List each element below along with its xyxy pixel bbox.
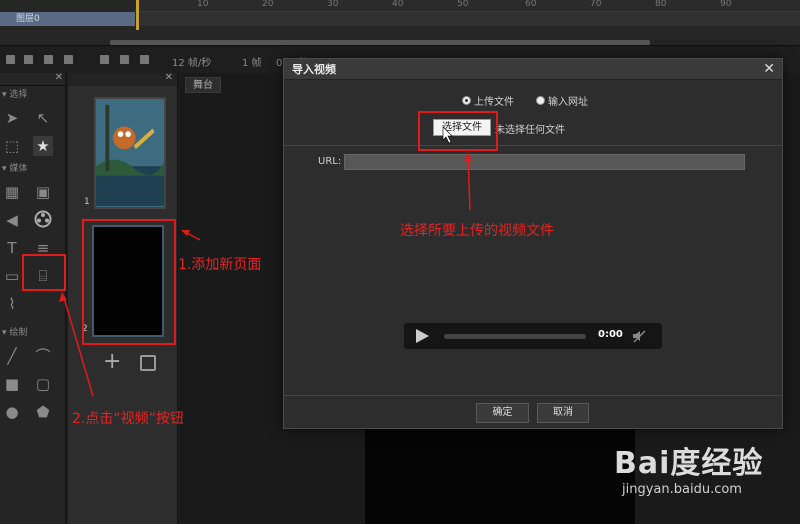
video-player: 0:00 bbox=[404, 323, 662, 349]
folder-icon[interactable] bbox=[24, 55, 33, 64]
highlight-video-button bbox=[22, 254, 66, 291]
ruler-mark: 60 bbox=[525, 0, 537, 9]
file-status-text: 未选择任何文件 bbox=[495, 125, 565, 136]
stage-canvas[interactable] bbox=[365, 428, 635, 524]
url-label: URL: bbox=[318, 156, 342, 167]
timeline-ruler[interactable]: 10 20 30 40 50 60 70 80 90 bbox=[135, 0, 800, 12]
radio-enter-url[interactable]: 输入网址 bbox=[536, 93, 588, 108]
ok-button[interactable]: 确定 bbox=[476, 403, 529, 423]
chart-icon[interactable]: ⌇ bbox=[2, 294, 22, 314]
volume-mute-icon[interactable] bbox=[632, 329, 646, 343]
fps-readout: 12 帧/秒 bbox=[172, 58, 212, 69]
dialog-title: 导入视频 bbox=[292, 63, 336, 76]
ruler-mark: 70 bbox=[590, 0, 602, 9]
dialog-title-bar[interactable]: 导入视频 ✕ bbox=[284, 59, 782, 80]
video-button[interactable] bbox=[33, 210, 53, 230]
radio-label: 输入网址 bbox=[548, 97, 588, 108]
grid-icon[interactable]: ▦ bbox=[2, 182, 22, 202]
tools-panel-header: ✕ bbox=[0, 72, 65, 86]
baidu-jingyan-watermark: Bai度经验 jingyan.baidu.com bbox=[614, 438, 763, 497]
ruler-mark: 30 bbox=[327, 0, 339, 9]
circle-icon[interactable]: ● bbox=[2, 402, 22, 422]
text-icon[interactable]: T bbox=[2, 238, 22, 258]
frame-icon[interactable] bbox=[100, 55, 109, 64]
section-media: ▾ 媒体 bbox=[2, 164, 28, 174]
radio-unselected-icon bbox=[536, 96, 545, 105]
annotation-choose-file: 选择所要上传的视频文件 bbox=[400, 223, 554, 239]
timeline-scrollbar[interactable] bbox=[110, 40, 650, 45]
annotation-add-page: 1.添加新页面 bbox=[178, 257, 262, 273]
section-select: ▾ 选择 bbox=[2, 90, 28, 100]
ruler-mark: 10 bbox=[197, 0, 209, 9]
curve-icon[interactable]: ⌒ bbox=[33, 346, 53, 366]
subselect-icon[interactable]: ↖ bbox=[33, 108, 53, 128]
tools-panel: ✕ ▾ 选择 ➤ ↖ ⬚ ★ ▾ 媒体 ▦ ▣ ◀ T ≡ ▭ ⌸ ⌇ ▾ 绘制… bbox=[0, 72, 66, 524]
radio-selected-icon bbox=[462, 96, 471, 105]
divider bbox=[284, 395, 782, 396]
pages-panel-header: ✕ bbox=[68, 72, 177, 86]
page-thumbnail-1[interactable] bbox=[94, 97, 166, 209]
rounded-rect-icon[interactable]: ▢ bbox=[33, 374, 53, 394]
watermark-url: jingyan.baidu.com bbox=[622, 482, 742, 497]
audio-icon[interactable]: ◀ bbox=[2, 210, 22, 230]
slideshow-icon[interactable]: ▭ bbox=[2, 266, 22, 286]
film-reel-icon bbox=[34, 210, 52, 228]
section-draw: ▾ 绘制 bbox=[2, 328, 28, 338]
ruler-mark: 20 bbox=[262, 0, 274, 9]
ruler-mark: 90 bbox=[720, 0, 732, 9]
add-page-icon[interactable]: + bbox=[103, 351, 121, 373]
add-layer-icon[interactable] bbox=[6, 55, 15, 64]
radio-upload-file[interactable]: 上传文件 bbox=[462, 93, 514, 108]
ruler-mark: 50 bbox=[457, 0, 469, 9]
delete-icon[interactable] bbox=[44, 55, 53, 64]
highlight-choose-file bbox=[418, 111, 498, 151]
player-time: 0:00 bbox=[598, 329, 623, 340]
import-page-icon[interactable] bbox=[140, 355, 156, 371]
cartoon-thumbnail-image bbox=[96, 100, 164, 206]
rectangle-icon[interactable]: ■ bbox=[2, 374, 22, 394]
playhead[interactable] bbox=[136, 0, 139, 30]
layer-track[interactable] bbox=[140, 12, 800, 26]
pointer-icon[interactable]: ➤ bbox=[2, 108, 22, 128]
tab-stage[interactable]: 舞台 bbox=[185, 77, 221, 93]
play-icon[interactable] bbox=[416, 329, 429, 343]
highlight-new-page bbox=[82, 219, 176, 345]
watermark-logo-text: Bai度经验 bbox=[614, 446, 764, 481]
ruler-mark: 80 bbox=[655, 0, 667, 9]
divider bbox=[284, 145, 782, 146]
layer-row[interactable]: 图层0 bbox=[0, 12, 135, 26]
url-input[interactable] bbox=[344, 154, 745, 170]
ruler-mark: 40 bbox=[392, 0, 404, 9]
cancel-button[interactable]: 取消 bbox=[537, 403, 589, 423]
progress-bar[interactable] bbox=[444, 334, 586, 339]
symbol-icon[interactable]: ★ bbox=[33, 136, 53, 156]
close-icon[interactable]: ✕ bbox=[165, 72, 173, 83]
layer-name: 图层0 bbox=[16, 14, 40, 24]
close-icon[interactable]: ✕ bbox=[55, 72, 63, 83]
import-video-dialog: 导入视频 ✕ 上传文件 输入网址 选择文件 未选择任何文件 URL: 0:00 … bbox=[283, 58, 783, 429]
annotation-click-video: 2.点击“视频”按钮 bbox=[72, 411, 184, 427]
polygon-icon[interactable]: ⬟ bbox=[33, 402, 53, 422]
keyframe-icon[interactable] bbox=[120, 55, 129, 64]
close-icon[interactable]: ✕ bbox=[763, 59, 775, 80]
radio-label: 上传文件 bbox=[474, 97, 514, 108]
image-icon[interactable]: ▣ bbox=[33, 182, 53, 202]
page-number: 1 bbox=[84, 197, 90, 207]
clear-frame-icon[interactable] bbox=[140, 55, 149, 64]
frame-readout: 1 帧 bbox=[242, 58, 262, 69]
transform-icon[interactable]: ⬚ bbox=[2, 136, 22, 156]
line-icon[interactable]: ╱ bbox=[2, 346, 22, 366]
trash-icon[interactable] bbox=[64, 55, 73, 64]
timeline-panel: 10 20 30 40 50 60 70 80 90 图层0 bbox=[0, 0, 800, 46]
